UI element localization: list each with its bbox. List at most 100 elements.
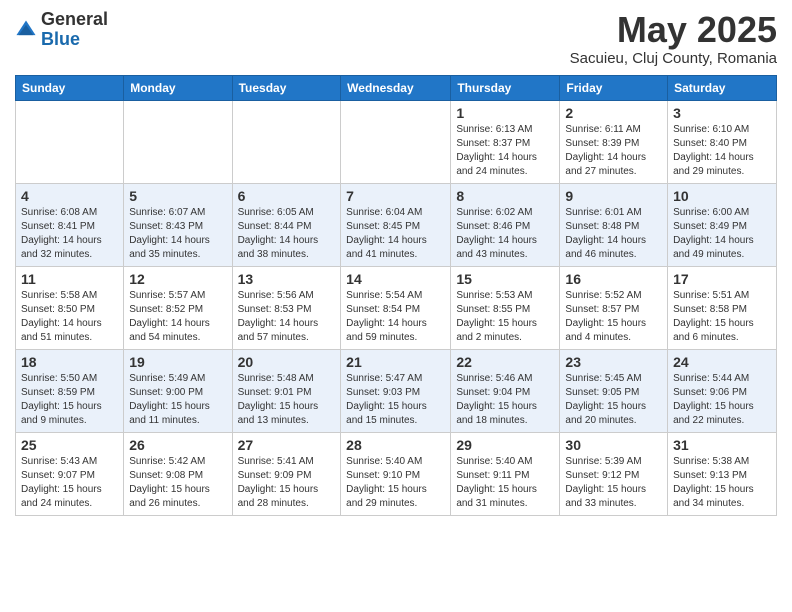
- day-cell: 17 Sunrise: 5:51 AM Sunset: 8:58 PM Dayli…: [668, 266, 777, 349]
- day-number: 2: [565, 105, 662, 121]
- logo-text: General Blue: [41, 10, 108, 50]
- day-cell: [341, 100, 451, 183]
- day-number: 6: [238, 188, 336, 204]
- day-cell: 21Sunrise: 5:47 AM Sunset: 9:03 PM Dayli…: [341, 349, 451, 432]
- day-cell: 5Sunrise: 6:07 AM Sunset: 8:43 PM Daylig…: [124, 183, 232, 266]
- day-cell: 14Sunrise: 5:54 AM Sunset: 8:54 PM Dayli…: [341, 266, 451, 349]
- title-block: May 2025 Sacuieu, Cluj County, Romania: [570, 10, 777, 67]
- day-info: Sunrise: 6:01 AM Sunset: 8:48 PM Dayligh…: [565, 206, 662, 262]
- day-cell: 30Sunrise: 5:39 AM Sunset: 9:12 PM Dayli…: [560, 432, 668, 515]
- day-info: Sunrise: 5:51 AM Sunset: 8:58 PM Dayligh…: [673, 289, 771, 345]
- day-cell: 4 Sunrise: 6:08 AM Sunset: 8:41 PM Daylig…: [16, 183, 124, 266]
- day-cell: 16 Sunrise: 5:52 AM Sunset: 8:57 PM Dayli…: [560, 266, 668, 349]
- day-cell: 29 Sunrise: 5:40 AM Sunset: 9:11 PM Dayli…: [451, 432, 560, 515]
- day-number: 11: [21, 271, 118, 287]
- day-info: Sunrise: 5:57 AM Sunset: 8:52 PM Dayligh…: [129, 289, 226, 345]
- day-info: Sunrise: 5:44 AM Sunset: 9:06 PM Dayligh…: [673, 372, 771, 428]
- logo: General Blue: [15, 10, 108, 50]
- day-info: Sunrise: 5:40 AM Sunset: 9:11 PM Dayligh…: [456, 455, 554, 511]
- day-cell: 28 Sunrise: 5:40 AM Sunset: 9:10 PM Dayli…: [341, 432, 451, 515]
- day-info: Sunrise: 5:41 AM Sunset: 9:09 PM Dayligh…: [238, 455, 336, 511]
- day-info: Sunrise: 5:46 AM Sunset: 9:04 PM Dayligh…: [456, 372, 554, 428]
- day-cell: 19 Sunrise: 5:49 AM Sunset: 9:00 PM Dayli…: [124, 349, 232, 432]
- day-info: Sunrise: 5:45 AM Sunset: 9:05 PM Dayligh…: [565, 372, 662, 428]
- day-cell: 8 Sunrise: 6:02 AM Sunset: 8:46 PM Daylig…: [451, 183, 560, 266]
- month-title: May 2025: [570, 10, 777, 50]
- header: General Blue May 2025 Sacuieu, Cluj Coun…: [15, 10, 777, 67]
- day-number: 5: [129, 188, 226, 204]
- day-info: Sunrise: 5:49 AM Sunset: 9:00 PM Dayligh…: [129, 372, 226, 428]
- day-cell: 22 Sunrise: 5:46 AM Sunset: 9:04 PM Dayli…: [451, 349, 560, 432]
- day-number: 15: [456, 271, 554, 287]
- day-number: 17: [673, 271, 771, 287]
- col-header-friday: Friday: [560, 75, 668, 100]
- day-number: 22: [456, 354, 554, 370]
- day-cell: 24Sunrise: 5:44 AM Sunset: 9:06 PM Dayli…: [668, 349, 777, 432]
- day-info: Sunrise: 5:53 AM Sunset: 8:55 PM Dayligh…: [456, 289, 554, 345]
- page: General Blue May 2025 Sacuieu, Cluj Coun…: [0, 0, 792, 526]
- day-info: Sunrise: 5:40 AM Sunset: 9:10 PM Dayligh…: [346, 455, 445, 511]
- day-cell: 25 Sunrise: 5:43 AM Sunset: 9:07 PM Dayli…: [16, 432, 124, 515]
- day-cell: [124, 100, 232, 183]
- calendar-table: SundayMondayTuesdayWednesdayThursdayFrid…: [15, 75, 777, 516]
- day-cell: 18 Sunrise: 5:50 AM Sunset: 8:59 PM Dayli…: [16, 349, 124, 432]
- day-cell: [232, 100, 341, 183]
- day-info: Sunrise: 5:43 AM Sunset: 9:07 PM Dayligh…: [21, 455, 118, 511]
- day-number: 28: [346, 437, 445, 453]
- week-row-4: 18 Sunrise: 5:50 AM Sunset: 8:59 PM Dayli…: [16, 349, 777, 432]
- week-row-1: 1Sunrise: 6:13 AM Sunset: 8:37 PM Daylig…: [16, 100, 777, 183]
- day-info: Sunrise: 5:48 AM Sunset: 9:01 PM Dayligh…: [238, 372, 336, 428]
- day-cell: 6 Sunrise: 6:05 AM Sunset: 8:44 PM Daylig…: [232, 183, 341, 266]
- day-number: 12: [129, 271, 226, 287]
- day-number: 29: [456, 437, 554, 453]
- day-info: Sunrise: 6:04 AM Sunset: 8:45 PM Dayligh…: [346, 206, 445, 262]
- day-info: Sunrise: 5:56 AM Sunset: 8:53 PM Dayligh…: [238, 289, 336, 345]
- day-info: Sunrise: 6:11 AM Sunset: 8:39 PM Dayligh…: [565, 123, 662, 179]
- day-number: 8: [456, 188, 554, 204]
- day-number: 9: [565, 188, 662, 204]
- day-cell: 1Sunrise: 6:13 AM Sunset: 8:37 PM Daylig…: [451, 100, 560, 183]
- day-info: Sunrise: 6:05 AM Sunset: 8:44 PM Dayligh…: [238, 206, 336, 262]
- col-header-thursday: Thursday: [451, 75, 560, 100]
- day-number: 23: [565, 354, 662, 370]
- day-cell: 11 Sunrise: 5:58 AM Sunset: 8:50 PM Dayli…: [16, 266, 124, 349]
- day-cell: 12 Sunrise: 5:57 AM Sunset: 8:52 PM Dayli…: [124, 266, 232, 349]
- day-number: 10: [673, 188, 771, 204]
- logo-icon: [15, 19, 37, 41]
- day-number: 4: [21, 188, 118, 204]
- logo-blue-text: Blue: [41, 30, 108, 50]
- day-number: 3: [673, 105, 771, 121]
- day-info: Sunrise: 6:02 AM Sunset: 8:46 PM Dayligh…: [456, 206, 554, 262]
- day-info: Sunrise: 5:58 AM Sunset: 8:50 PM Dayligh…: [21, 289, 118, 345]
- day-info: Sunrise: 6:00 AM Sunset: 8:49 PM Dayligh…: [673, 206, 771, 262]
- week-row-2: 4 Sunrise: 6:08 AM Sunset: 8:41 PM Daylig…: [16, 183, 777, 266]
- col-header-monday: Monday: [124, 75, 232, 100]
- day-info: Sunrise: 5:50 AM Sunset: 8:59 PM Dayligh…: [21, 372, 118, 428]
- day-cell: 26 Sunrise: 5:42 AM Sunset: 9:08 PM Dayli…: [124, 432, 232, 515]
- day-number: 25: [21, 437, 118, 453]
- day-number: 27: [238, 437, 336, 453]
- day-cell: 23 Sunrise: 5:45 AM Sunset: 9:05 PM Dayli…: [560, 349, 668, 432]
- day-number: 20: [238, 354, 336, 370]
- week-row-3: 11 Sunrise: 5:58 AM Sunset: 8:50 PM Dayli…: [16, 266, 777, 349]
- day-info: Sunrise: 5:52 AM Sunset: 8:57 PM Dayligh…: [565, 289, 662, 345]
- col-header-wednesday: Wednesday: [341, 75, 451, 100]
- day-number: 19: [129, 354, 226, 370]
- day-cell: 27 Sunrise: 5:41 AM Sunset: 9:09 PM Dayli…: [232, 432, 341, 515]
- day-number: 16: [565, 271, 662, 287]
- col-header-saturday: Saturday: [668, 75, 777, 100]
- day-cell: 20 Sunrise: 5:48 AM Sunset: 9:01 PM Dayli…: [232, 349, 341, 432]
- day-cell: 31Sunrise: 5:38 AM Sunset: 9:13 PM Dayli…: [668, 432, 777, 515]
- day-number: 18: [21, 354, 118, 370]
- day-info: Sunrise: 6:10 AM Sunset: 8:40 PM Dayligh…: [673, 123, 771, 179]
- day-info: Sunrise: 6:08 AM Sunset: 8:41 PM Dayligh…: [21, 206, 118, 262]
- day-number: 21: [346, 354, 445, 370]
- day-info: Sunrise: 5:38 AM Sunset: 9:13 PM Dayligh…: [673, 455, 771, 511]
- location-subtitle: Sacuieu, Cluj County, Romania: [570, 50, 777, 67]
- day-cell: 3 Sunrise: 6:10 AM Sunset: 8:40 PM Daylig…: [668, 100, 777, 183]
- day-number: 13: [238, 271, 336, 287]
- day-number: 26: [129, 437, 226, 453]
- day-info: Sunrise: 5:42 AM Sunset: 9:08 PM Dayligh…: [129, 455, 226, 511]
- col-header-sunday: Sunday: [16, 75, 124, 100]
- day-cell: 15 Sunrise: 5:53 AM Sunset: 8:55 PM Dayli…: [451, 266, 560, 349]
